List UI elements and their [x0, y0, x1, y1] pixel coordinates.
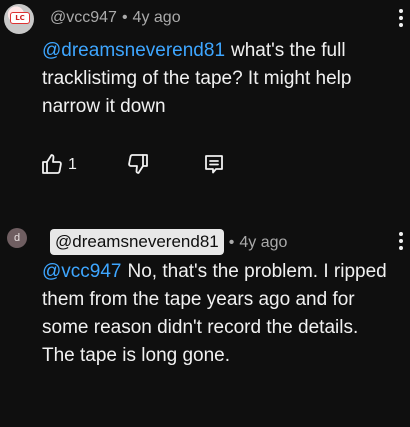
comment-text: @dreamsneverend81 what's the full trackli… — [42, 37, 390, 121]
thumbs-down-icon — [128, 154, 148, 174]
dislike-button[interactable] — [126, 152, 150, 181]
comment-item: LC @vcc947 • 4y ago @dreamsneverend81 what'… — [0, 0, 410, 200]
comment-time: 4y ago — [239, 234, 288, 251]
reply-comment-icon — [205, 155, 223, 174]
mention-link[interactable]: @vcc947 — [42, 261, 122, 282]
comment-text: @vcc947 No, that's the problem. I ripped … — [42, 258, 390, 370]
like-button[interactable]: 1 — [40, 152, 77, 181]
comment-author-highlighted[interactable]: @dreamsneverend81 — [50, 229, 224, 255]
mention-link[interactable]: @dreamsneverend81 — [42, 40, 225, 61]
comment-meta: @dreamsneverend81 • 4y ago — [50, 229, 287, 255]
more-options-button[interactable] — [398, 232, 404, 254]
comment-meta: @vcc947 • 4y ago — [50, 9, 181, 27]
more-vertical-icon — [399, 9, 403, 13]
like-count: 1 — [68, 156, 77, 173]
reply-button[interactable] — [202, 152, 226, 181]
avatar[interactable]: d — [7, 228, 27, 248]
comment-time: 4y ago — [132, 9, 181, 26]
comment-author[interactable]: @vcc947 — [50, 9, 117, 26]
avatar-logo: LC — [10, 12, 30, 24]
meta-separator: • — [228, 234, 235, 251]
avatar[interactable]: LC — [4, 4, 34, 34]
more-options-button[interactable] — [398, 9, 404, 31]
thumbs-up-icon — [42, 154, 62, 174]
more-vertical-icon — [399, 232, 403, 236]
meta-separator: • — [121, 9, 128, 26]
comment-item: d @dreamsneverend81 • 4y ago @vcc947 No, th… — [0, 220, 410, 427]
